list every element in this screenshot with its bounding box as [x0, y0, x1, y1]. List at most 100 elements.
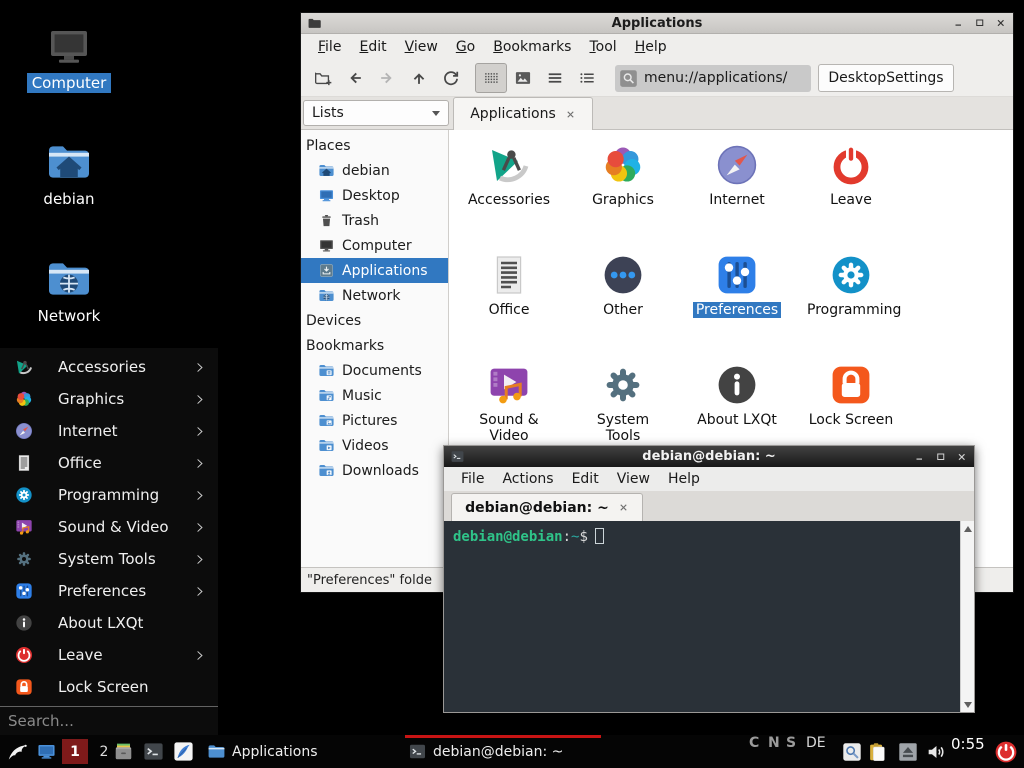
desktop-icon-network[interactable]: Network — [21, 255, 117, 326]
sidebar-item-desktop[interactable]: Desktop — [301, 183, 448, 208]
scroll-down-icon[interactable] — [961, 698, 974, 711]
back-button[interactable] — [339, 63, 371, 93]
minimize-button[interactable] — [914, 451, 926, 463]
app-item-office[interactable]: Office — [452, 245, 566, 355]
screenshot-tray-icon[interactable] — [841, 741, 863, 763]
tab-close-icon[interactable] — [618, 502, 629, 513]
menu-file[interactable]: File — [452, 471, 493, 487]
clipboard-tray-icon[interactable] — [866, 741, 888, 763]
app-item-internet[interactable]: Internet — [680, 135, 794, 245]
menu-item-preferences[interactable]: Preferences — [0, 575, 218, 607]
sidebar-item-network[interactable]: Network — [301, 283, 448, 308]
app-item-programming[interactable]: Programming — [794, 245, 908, 355]
combo-label: Lists — [312, 105, 344, 121]
tab-close-icon[interactable] — [565, 109, 576, 120]
clock[interactable]: 0:55 — [951, 735, 991, 753]
menu-item-graphics[interactable]: Graphics — [0, 383, 218, 415]
sidebar-item-computer[interactable]: Computer — [301, 233, 448, 258]
desktop-icon-computer[interactable]: Computer — [21, 22, 117, 93]
reload-button[interactable] — [435, 63, 467, 93]
menu-item-programming[interactable]: Programming — [0, 479, 218, 511]
menu-item-leave[interactable]: Leave — [0, 639, 218, 671]
sidebar-item-label: Desktop — [342, 188, 400, 204]
speaker-tray-icon[interactable] — [925, 741, 947, 763]
menu-item-system-tools[interactable]: System Tools — [0, 543, 218, 575]
terminal-titlebar[interactable]: debian@debian: ~ — [444, 446, 974, 467]
sidebar-item-pictures[interactable]: Pictures — [301, 408, 448, 433]
power-button[interactable] — [993, 739, 1019, 765]
sidebar-item-music[interactable]: Music — [301, 383, 448, 408]
taskbar: 12Applicationsdebian@debian: ~CNSDE0:55 — [0, 735, 1024, 768]
start-menu-button[interactable] — [5, 739, 31, 765]
close-button[interactable] — [995, 17, 1007, 29]
minimize-button[interactable] — [953, 17, 965, 29]
app-item-leave[interactable]: Leave — [794, 135, 908, 245]
forward-button[interactable] — [371, 63, 403, 93]
app-item-preferences[interactable]: Preferences — [680, 245, 794, 355]
menu-help[interactable]: Help — [626, 39, 676, 55]
menu-item-office[interactable]: Office — [0, 447, 218, 479]
new-tab-button[interactable] — [307, 63, 339, 93]
chevron-right-icon — [193, 425, 206, 438]
menu-edit[interactable]: Edit — [350, 39, 395, 55]
sidebar-item-downloads[interactable]: Downloads — [301, 458, 448, 483]
menu-actions[interactable]: Actions — [493, 471, 562, 487]
compact-view-button[interactable] — [539, 63, 571, 93]
folder-home-icon — [45, 138, 93, 186]
folder-network-icon — [45, 255, 93, 303]
menu-edit[interactable]: Edit — [563, 471, 608, 487]
task-button-debian-debian[interactable]: debian@debian: ~ — [405, 735, 601, 768]
detailed-view-button[interactable] — [571, 63, 603, 93]
task-button-applications[interactable]: Applications — [204, 735, 344, 768]
scroll-up-icon[interactable] — [961, 522, 974, 535]
scrollbar[interactable] — [960, 521, 974, 712]
menu-tool[interactable]: Tool — [580, 39, 625, 55]
address-bar[interactable]: menu://applications/ — [615, 65, 811, 92]
app-item-graphics[interactable]: Graphics — [566, 135, 680, 245]
icon-view-button[interactable] — [475, 63, 507, 93]
quicklaunch-qterminal[interactable] — [142, 740, 165, 763]
sidebar-item-debian[interactable]: debian — [301, 158, 448, 183]
menu-file[interactable]: File — [309, 39, 350, 55]
menu-item-sound-video[interactable]: Sound & Video — [0, 511, 218, 543]
up-button[interactable] — [403, 63, 435, 93]
tab-applications[interactable]: Applications — [453, 97, 593, 130]
filemanager-titlebar[interactable]: Applications — [301, 13, 1013, 34]
quicklaunch-featherpad[interactable] — [172, 740, 195, 763]
app-item-other[interactable]: Other — [566, 245, 680, 355]
maximize-button[interactable] — [974, 17, 986, 29]
sidebar-item-videos[interactable]: Videos — [301, 433, 448, 458]
menu-item-internet[interactable]: Internet — [0, 415, 218, 447]
show-desktop-button[interactable] — [36, 741, 57, 762]
menu-item-about-lxqt[interactable]: About LXQt — [0, 607, 218, 639]
quicklaunch-file-cabinet[interactable] — [112, 740, 135, 763]
menu-view[interactable]: View — [396, 39, 447, 55]
workspace-1[interactable]: 1 — [62, 739, 88, 764]
maximize-button[interactable] — [935, 451, 947, 463]
sidebar-item-trash[interactable]: Trash — [301, 208, 448, 233]
terminal-viewport[interactable]: debian@debian:~$ — [444, 521, 974, 712]
menu-item-label: Accessories — [58, 358, 193, 376]
eject-tray-icon[interactable] — [897, 741, 919, 763]
menu-bookmarks[interactable]: Bookmarks — [484, 39, 580, 55]
keyboard-layout[interactable]: DE — [806, 735, 836, 753]
close-button[interactable] — [956, 451, 968, 463]
location-icon — [619, 69, 638, 88]
thumbnail-view-button[interactable] — [507, 63, 539, 93]
sidebar-item-documents[interactable]: Documents — [301, 358, 448, 383]
other-icon — [599, 251, 647, 299]
preferences-icon — [713, 251, 761, 299]
app-item-label: Internet — [706, 192, 768, 208]
sidebar-mode-combo[interactable]: Lists — [303, 100, 449, 126]
menu-search-input[interactable]: Search... — [0, 706, 218, 735]
menu-item-lock-screen[interactable]: Lock Screen — [0, 671, 218, 703]
desktop-settings-button[interactable]: DesktopSettings — [818, 64, 954, 92]
menu-go[interactable]: Go — [447, 39, 484, 55]
app-item-accessories[interactable]: Accessories — [452, 135, 566, 245]
desktop-icon-debian[interactable]: debian — [21, 138, 117, 209]
menu-help[interactable]: Help — [659, 471, 709, 487]
menu-view[interactable]: View — [608, 471, 659, 487]
terminal-tab[interactable]: debian@debian: ~ — [451, 493, 643, 521]
menu-item-accessories[interactable]: Accessories — [0, 351, 218, 383]
sidebar-item-applications[interactable]: Applications — [301, 258, 448, 283]
